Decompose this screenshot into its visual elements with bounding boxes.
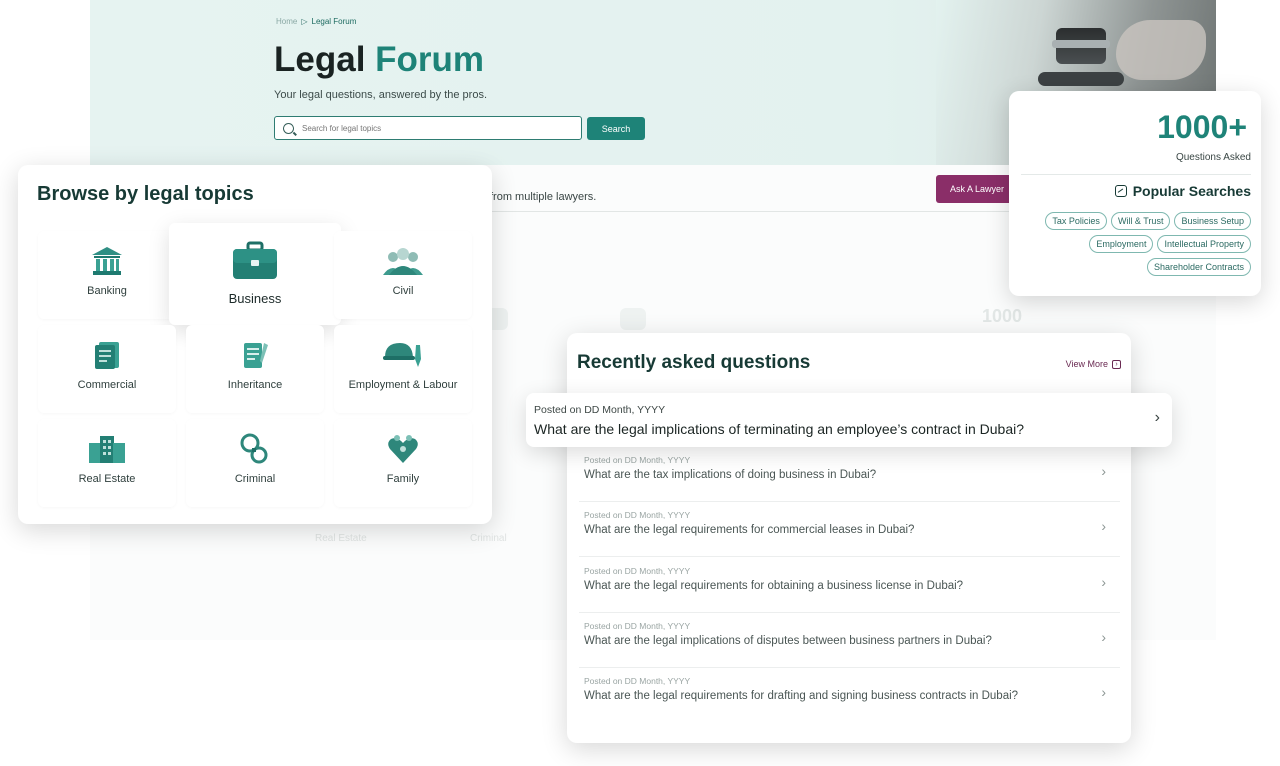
scroll-icon	[238, 339, 272, 371]
topic-label: Civil	[392, 285, 414, 297]
stage: Home ▷ Legal Forum Legal Forum Your lega…	[0, 0, 1280, 766]
search-input[interactable]	[302, 123, 572, 133]
page-title: Legal Forum	[274, 40, 484, 80]
topic-label: Banking	[87, 285, 127, 297]
question-date: Posted on DD Month, YYYY	[584, 455, 691, 465]
hand-image	[1116, 20, 1206, 80]
recent-questions-title: Recently asked questions	[577, 352, 811, 373]
topic-label: Inheritance	[227, 379, 283, 391]
question-date: Posted on DD Month, YYYY	[534, 404, 666, 416]
question-row[interactable]: Posted on DD Month, YYYY What are the le…	[579, 502, 1120, 557]
people-icon	[383, 245, 423, 277]
page-title-main: Legal	[274, 40, 366, 79]
topic-tile-commercial[interactable]: Commercial	[38, 325, 176, 413]
question-text: What are the legal implications of dispu…	[584, 635, 992, 647]
chevron-right-icon: ›	[1101, 574, 1106, 590]
view-more-link[interactable]: View More ›	[1066, 359, 1121, 369]
ask-lawyer-button[interactable]: Ask A Lawyer	[936, 175, 1016, 203]
building-icon	[87, 433, 127, 465]
question-text: What are the tax implications of doing b…	[584, 469, 877, 481]
bank-icon	[90, 245, 124, 277]
popular-searches-label: Popular Searches	[1132, 183, 1251, 199]
browse-title: Browse by legal topics	[37, 183, 254, 205]
topic-tile-banking[interactable]: Banking	[38, 231, 176, 319]
page-title-accent: Forum	[375, 40, 485, 79]
topic-tile-family[interactable]: Family	[334, 419, 472, 507]
questions-count: 1000+	[1157, 109, 1247, 145]
chevron-right-icon: ›	[1101, 629, 1106, 645]
tag-tax-policies[interactable]: Tax Policies	[1045, 212, 1107, 230]
topic-label: Real Estate	[78, 473, 136, 485]
tag-intellectual-property[interactable]: Intellectual Property	[1157, 235, 1251, 253]
question-date: Posted on DD Month, YYYY	[584, 566, 691, 576]
document-icon	[90, 339, 124, 371]
chevron-right-icon: ›	[1154, 409, 1160, 426]
breadcrumb-home[interactable]: Home	[276, 17, 297, 26]
stats-divider	[1021, 174, 1251, 175]
trending-icon	[1114, 185, 1127, 197]
browse-topics-card: Browse by legal topics Banking Business …	[18, 165, 492, 524]
view-more-label: View More	[1065, 359, 1108, 369]
faded-criminal-label: Criminal	[470, 533, 507, 544]
featured-question-row[interactable]: Posted on DD Month, YYYY What are the le…	[526, 393, 1172, 447]
topic-label: Commercial	[77, 379, 137, 391]
topic-tile-real-estate[interactable]: Real Estate	[38, 419, 176, 507]
briefcase-icon	[231, 241, 279, 281]
breadcrumb: Home ▷ Legal Forum	[276, 17, 356, 26]
search-box[interactable]	[274, 116, 582, 140]
topic-tile-civil[interactable]: Civil	[334, 231, 472, 319]
faded-real-estate-label: Real Estate	[315, 533, 367, 544]
question-row[interactable]: Posted on DD Month, YYYY What are the le…	[579, 668, 1120, 723]
question-text: What are the legal requirements for comm…	[584, 524, 915, 536]
question-text: What are the legal requirements for draf…	[584, 690, 1019, 702]
popular-searches-title: Popular Searches	[1114, 183, 1251, 199]
question-row[interactable]: Posted on DD Month, YYYY What are the ta…	[579, 447, 1120, 502]
question-text: What are the legal requirements for obta…	[584, 580, 964, 592]
stats-card: 1000+ Questions Asked Popular Searches T…	[1009, 91, 1261, 296]
question-date: Posted on DD Month, YYYY	[584, 510, 691, 520]
hardhat-icon	[382, 339, 424, 371]
tag-business-setup[interactable]: Business Setup	[1174, 212, 1251, 230]
page-subtitle: Your legal questions, answered by the pr…	[274, 89, 488, 101]
question-row[interactable]: Posted on DD Month, YYYY What are the le…	[579, 613, 1120, 668]
handcuffs-icon	[238, 433, 272, 465]
question-date: Posted on DD Month, YYYY	[584, 676, 691, 686]
topic-label: Family	[386, 473, 420, 485]
chevron-right-icon: ›	[1101, 463, 1106, 479]
topic-tile-inheritance[interactable]: Inheritance	[186, 325, 324, 413]
tag-employment[interactable]: Employment	[1089, 235, 1154, 253]
chevron-right-icon: ›	[1101, 518, 1106, 534]
tag-will-trust[interactable]: Will & Trust	[1110, 212, 1171, 230]
topic-tile-criminal[interactable]: Criminal	[186, 419, 324, 507]
questions-count-label: Questions Asked	[1175, 152, 1251, 163]
topic-label: Business	[228, 291, 282, 306]
popular-tags: Tax Policies Will & Trust Business Setup…	[1015, 212, 1251, 276]
topic-tile-business[interactable]: Business	[169, 223, 341, 325]
lawyers-text: from multiple lawyers.	[490, 191, 597, 203]
gavel-base	[1038, 72, 1124, 86]
faded-people-icon	[620, 308, 646, 330]
topic-label: Criminal	[234, 473, 276, 485]
search-icon	[283, 122, 294, 134]
faded-stat-number: 1000	[982, 306, 1023, 326]
chevron-right-icon: ›	[1101, 684, 1106, 700]
gavel-band	[1052, 40, 1110, 48]
topic-tile-employment-labour[interactable]: Employment & Labour	[334, 325, 472, 413]
question-date: Posted on DD Month, YYYY	[584, 621, 691, 631]
family-heart-icon	[386, 433, 420, 465]
breadcrumb-separator-icon: ▷	[301, 17, 308, 26]
topic-label: Employment & Labour	[348, 379, 458, 391]
search-button[interactable]: Search	[587, 117, 645, 140]
question-row[interactable]: Posted on DD Month, YYYY What are the le…	[579, 558, 1120, 613]
breadcrumb-current: Legal Forum	[311, 17, 357, 26]
arrow-right-icon: ›	[1112, 359, 1121, 369]
tag-shareholder-contracts[interactable]: Shareholder Contracts	[1146, 258, 1251, 276]
question-text: What are the legal implications of termi…	[534, 421, 1024, 437]
